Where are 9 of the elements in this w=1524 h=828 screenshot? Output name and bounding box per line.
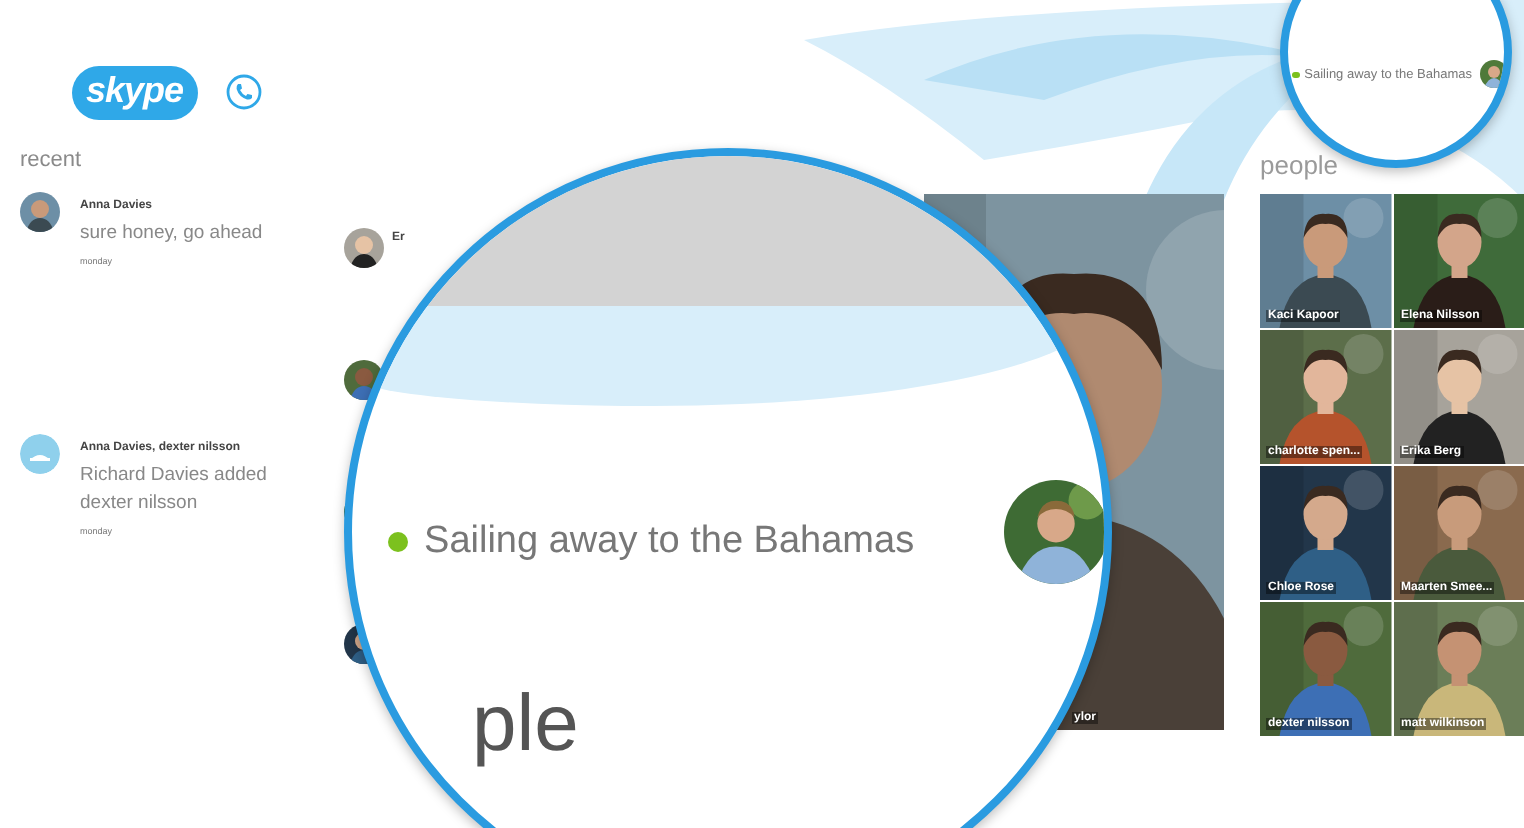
message-preview: Richard Davies added dexter nilsson	[80, 462, 269, 518]
section-heading: recent	[20, 148, 84, 172]
status-message: Sailing away to the Bahamas	[424, 520, 915, 564]
phone-icon[interactable]	[225, 74, 262, 110]
section-heading: ple	[472, 680, 579, 770]
message-preview: sure honey, go ahead	[80, 220, 265, 248]
logo: skype	[72, 65, 198, 119]
group-icon	[20, 434, 60, 474]
section-heading: people	[1260, 150, 1341, 184]
